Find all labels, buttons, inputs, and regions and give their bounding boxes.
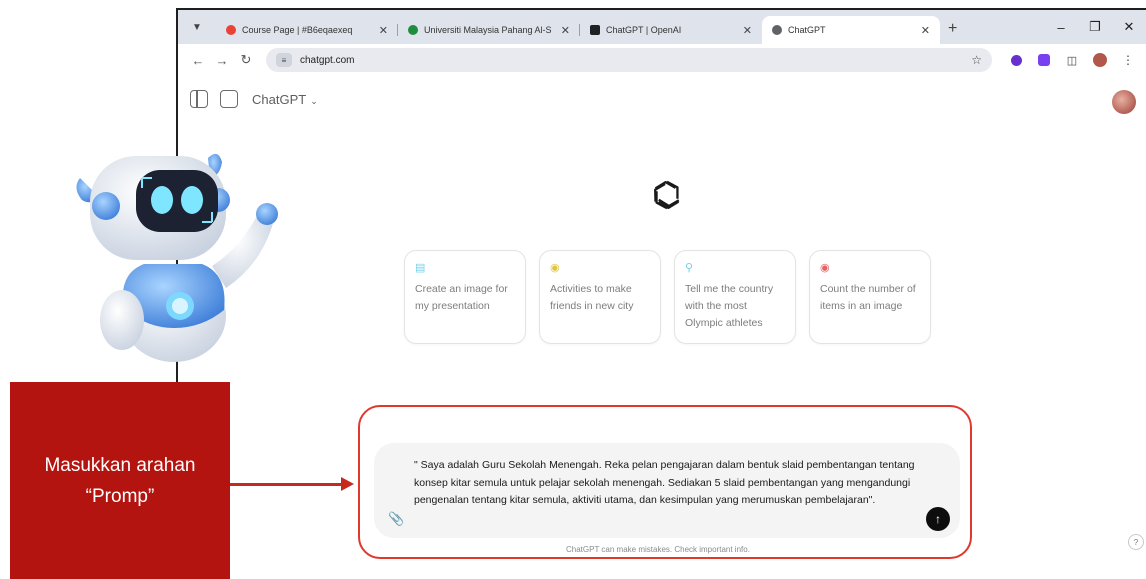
instruction-label-line1: Masukkan arahan bbox=[44, 454, 196, 476]
tab-favicon-icon bbox=[590, 25, 600, 35]
suggestion-cards: ▤ Create an image for my presentation ◉ … bbox=[404, 250, 931, 344]
suggestion-card-image[interactable]: ▤ Create an image for my presentation bbox=[404, 250, 526, 344]
search-icon: ⚲ bbox=[685, 262, 694, 274]
robot-mascot-icon bbox=[76, 153, 278, 362]
image-icon: ▤ bbox=[415, 262, 426, 274]
tab-title: Course Page | #B6eqaexeq bbox=[242, 25, 353, 35]
prompt-highlight-outline bbox=[358, 405, 972, 559]
tab-ump[interactable]: Universiti Malaysia Pahang Al-S ✕ bbox=[398, 16, 580, 44]
tab-course-page[interactable]: Course Page | #B6eqaexeq ✕ bbox=[216, 16, 398, 44]
user-avatar[interactable] bbox=[1112, 90, 1136, 114]
profile-avatar-icon[interactable] bbox=[1090, 50, 1110, 70]
tab-chatgpt[interactable]: ChatGPT ✕ bbox=[762, 16, 940, 44]
tab-search-chevron-icon[interactable]: ▼ bbox=[184, 14, 210, 40]
instruction-label-line2: “Promp” bbox=[85, 485, 155, 507]
suggestion-card-count[interactable]: ◉ Count the number of items in an image bbox=[809, 250, 931, 344]
tab-close-icon[interactable]: ✕ bbox=[743, 24, 752, 37]
model-label: ChatGPT bbox=[252, 91, 307, 107]
tab-close-icon[interactable]: ✕ bbox=[379, 24, 388, 37]
site-info-icon[interactable]: ≡ bbox=[276, 53, 292, 67]
tab-title: ChatGPT bbox=[788, 25, 826, 35]
new-chat-icon[interactable] bbox=[220, 90, 238, 108]
browser-menu-icon[interactable]: ⋮ bbox=[1118, 50, 1138, 70]
address-bar: ← → ↻ ≡ chatgpt.com ☆ ◫ ⋮ bbox=[178, 44, 1146, 76]
suggestion-text: Count the number of items in an image bbox=[820, 283, 916, 312]
tab-bar: ▼ Course Page | #B6eqaexeq ✕ Universiti … bbox=[178, 10, 1146, 44]
suggestion-card-olympics[interactable]: ⚲ Tell me the country with the most Olym… bbox=[674, 250, 796, 344]
model-selector[interactable]: ChatGPT ⌄ bbox=[252, 92, 318, 107]
suggestion-text: Activities to make friends in new city bbox=[550, 283, 634, 312]
sidebar-toggle-icon[interactable] bbox=[190, 90, 208, 108]
chatgpt-header: ChatGPT ⌄ bbox=[190, 90, 318, 108]
window-close-icon[interactable]: ✕ bbox=[1112, 19, 1146, 35]
window-controls: – ❐ ✕ bbox=[1044, 10, 1146, 44]
tab-title: Universiti Malaysia Pahang Al-S bbox=[424, 25, 552, 35]
suggestion-card-activities[interactable]: ◉ Activities to make friends in new city bbox=[539, 250, 661, 344]
instruction-label-box: Masukkan arahan “Promp” bbox=[10, 382, 230, 579]
reload-icon[interactable]: ↻ bbox=[234, 52, 258, 68]
extensions-puzzle-icon[interactable]: ◫ bbox=[1062, 50, 1082, 70]
url-input[interactable]: ≡ chatgpt.com ☆ bbox=[266, 48, 992, 72]
tab-favicon-icon bbox=[408, 25, 418, 35]
tab-chatgpt-openai[interactable]: ChatGPT | OpenAI ✕ bbox=[580, 16, 762, 44]
tab-favicon-icon bbox=[772, 25, 782, 35]
help-icon[interactable]: ? bbox=[1128, 534, 1144, 550]
suggestion-text: Tell me the country with the most Olympi… bbox=[685, 283, 774, 329]
lightbulb-icon: ◉ bbox=[550, 262, 560, 274]
openai-logo-icon bbox=[654, 180, 680, 210]
url-text: chatgpt.com bbox=[300, 54, 355, 66]
eye-icon: ◉ bbox=[820, 262, 830, 274]
extension-1-icon[interactable] bbox=[1006, 50, 1026, 70]
back-arrow-icon[interactable]: ← bbox=[186, 53, 210, 68]
tab-close-icon[interactable]: ✕ bbox=[921, 24, 930, 37]
tab-favicon-icon bbox=[226, 25, 236, 35]
suggestion-text: Create an image for my presentation bbox=[415, 283, 508, 312]
maximize-icon[interactable]: ❐ bbox=[1078, 19, 1112, 35]
forward-arrow-icon[interactable]: → bbox=[210, 53, 234, 68]
tab-close-icon[interactable]: ✕ bbox=[561, 24, 570, 37]
pointer-arrow-head-icon bbox=[341, 477, 354, 491]
new-tab-plus-icon[interactable]: + bbox=[948, 20, 957, 38]
tab-title: ChatGPT | OpenAI bbox=[606, 25, 682, 35]
pointer-arrow-line bbox=[230, 483, 346, 486]
chevron-down-icon: ⌄ bbox=[310, 95, 318, 106]
extension-2-icon[interactable] bbox=[1034, 50, 1054, 70]
bookmark-star-icon[interactable]: ☆ bbox=[971, 53, 982, 67]
minimize-icon[interactable]: – bbox=[1044, 20, 1078, 35]
